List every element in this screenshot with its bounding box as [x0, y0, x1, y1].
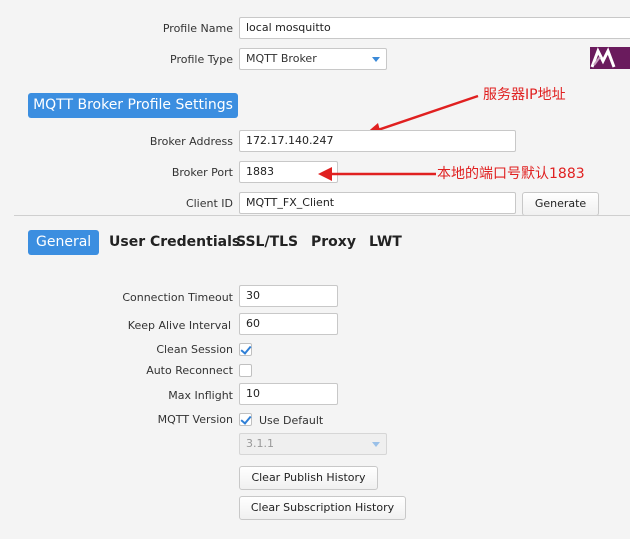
broker-profile-settings-header[interactable]: MQTT Broker Profile Settings: [28, 93, 238, 118]
clean-session-checkbox[interactable]: [239, 343, 252, 356]
auto-reconnect-label: Auto Reconnect: [146, 364, 233, 377]
profile-name-label: Profile Name: [162, 22, 233, 35]
chevron-down-icon: [372, 442, 380, 447]
clear-subscription-history-button[interactable]: Clear Subscription History: [239, 496, 406, 520]
clean-session-label: Clean Session: [156, 343, 233, 356]
checkmark-icon: [240, 343, 252, 355]
tab-lwt[interactable]: LWT: [369, 230, 402, 255]
use-default-label: Use Default: [259, 414, 324, 427]
generate-button[interactable]: Generate: [522, 192, 599, 216]
keep-alive-input[interactable]: 60: [239, 313, 338, 335]
profile-type-select[interactable]: MQTT Broker: [239, 48, 387, 70]
connection-timeout-input[interactable]: 30: [239, 285, 338, 307]
client-id-input[interactable]: MQTT_FX_Client: [239, 192, 516, 214]
mqtt-version-label: MQTT Version: [157, 413, 233, 426]
chevron-down-icon: [372, 57, 380, 62]
profile-type-value: MQTT Broker: [246, 52, 317, 65]
max-inflight-label: Max Inflight: [168, 389, 233, 402]
clear-publish-history-button[interactable]: Clear Publish History: [239, 466, 378, 490]
auto-reconnect-checkbox[interactable]: [239, 364, 252, 377]
checkmark-icon: [240, 413, 252, 425]
client-id-label: Client ID: [185, 197, 233, 210]
max-inflight-input[interactable]: 10: [239, 383, 338, 405]
ip-annotation: 服务器IP地址: [483, 87, 566, 103]
mqtt-version-value: 3.1.1: [246, 437, 274, 450]
use-default-checkbox[interactable]: [239, 413, 252, 426]
section-divider: [14, 215, 630, 216]
tab-general[interactable]: General: [28, 230, 100, 255]
profile-name-input[interactable]: local mosquitto: [239, 17, 630, 39]
broker-port-label: Broker Port: [171, 166, 233, 179]
port-arrow-icon: [318, 167, 436, 181]
mqtt-version-select[interactable]: 3.1.1: [239, 433, 387, 455]
app-logo: [590, 45, 630, 71]
tab-proxy[interactable]: Proxy: [311, 230, 356, 255]
profile-type-label: Profile Type: [170, 53, 233, 66]
keep-alive-label: Keep Alive Interval: [127, 319, 231, 332]
tab-user-credentials[interactable]: User Credentials: [109, 230, 240, 255]
broker-address-input[interactable]: 172.17.140.247: [239, 130, 516, 152]
tab-ssl-tls[interactable]: SSL/TLS: [236, 230, 298, 255]
port-annotation: 本地的端口号默认1883: [437, 166, 585, 182]
broker-address-label: Broker Address: [149, 135, 233, 148]
connection-timeout-label: Connection Timeout: [122, 291, 233, 304]
